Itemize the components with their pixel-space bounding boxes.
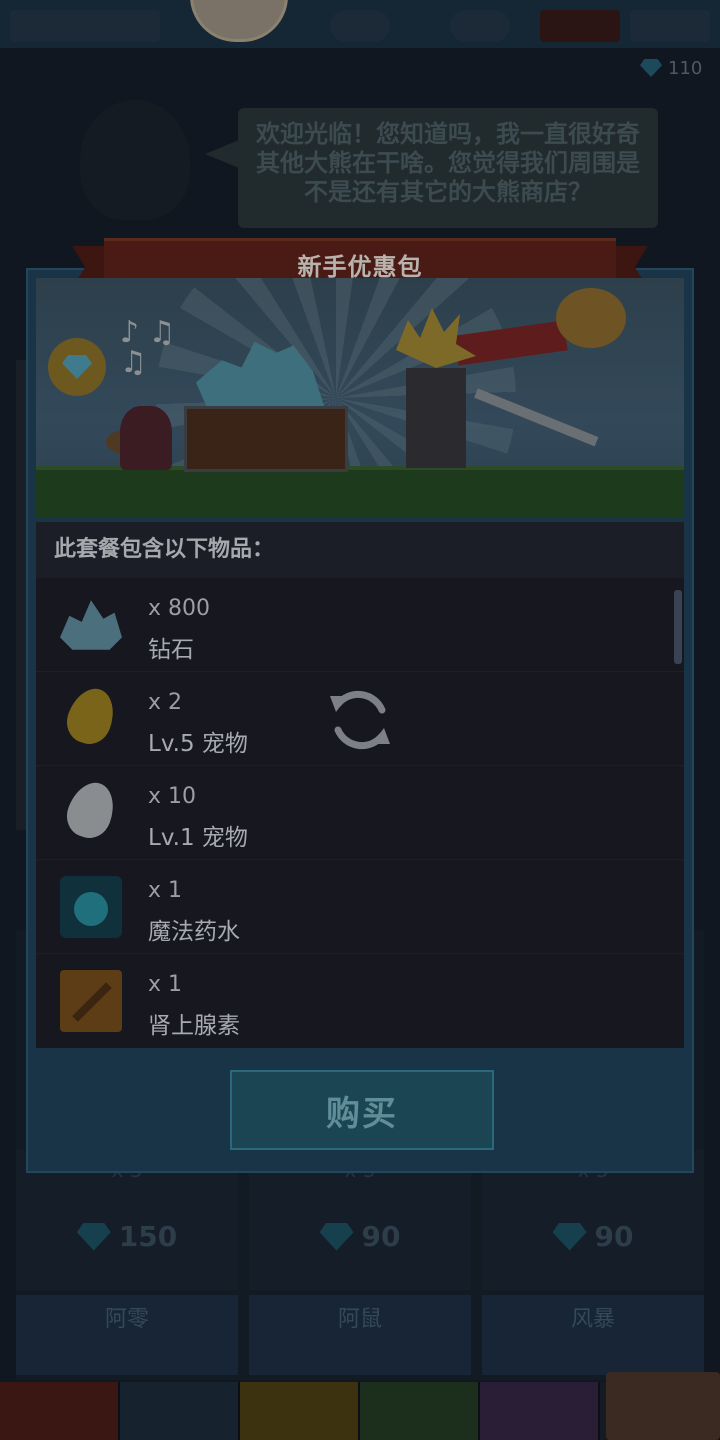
tab-shield[interactable] xyxy=(360,1382,480,1440)
list-header: 此套餐包含以下物品： xyxy=(36,522,684,578)
top-red-button[interactable] xyxy=(540,10,620,42)
treasure-chest-icon xyxy=(184,406,348,472)
buy-button[interactable]: 购买 xyxy=(230,1070,494,1150)
card-name: 阿零 xyxy=(16,1295,238,1375)
item-name: Lv.5 宠物 xyxy=(148,731,248,757)
item-name: Lv.1 宠物 xyxy=(148,825,248,851)
refresh-icon xyxy=(330,690,390,750)
diamond-icon xyxy=(60,600,122,650)
tab-gems[interactable] xyxy=(480,1382,600,1440)
top-mid-button-2[interactable] xyxy=(450,10,510,42)
buy-button-label: 购买 xyxy=(326,1093,398,1134)
gem-balance: 110 xyxy=(640,55,710,81)
list-scrollbar[interactable] xyxy=(674,590,682,664)
pack-banner-image: ♪ ♫ ♫ xyxy=(36,278,684,518)
top-mid-button[interactable] xyxy=(330,10,390,42)
item-name: 魔法药水 xyxy=(148,919,240,945)
white-egg-icon xyxy=(60,776,122,844)
item-qty: x 10 xyxy=(148,784,197,809)
hero-character xyxy=(396,308,486,468)
npc-speech-bubble: 欢迎光临！您知道吗，我一直很好奇其他大熊在干啥。您觉得我们周围是不是还有其它的大… xyxy=(238,108,658,228)
sword-icon xyxy=(60,970,122,1032)
card-price: 90 xyxy=(482,1220,704,1253)
card-price-value: 90 xyxy=(361,1220,401,1253)
list-item: x 1 肾上腺素 xyxy=(36,954,684,1047)
gem-balance-value: 110 xyxy=(668,57,703,79)
golden-egg-icon xyxy=(60,682,122,750)
card-price-value: 150 xyxy=(118,1220,178,1253)
shopkeeper-bear xyxy=(80,100,190,220)
list-item: x 800 钻石 xyxy=(36,578,684,672)
top-left-button[interactable] xyxy=(10,10,160,42)
item-qty: x 1 xyxy=(148,972,183,997)
hero-body xyxy=(406,368,466,468)
gem-icon xyxy=(62,355,92,379)
card-name: 风暴 xyxy=(482,1295,704,1375)
top-right-button[interactable] xyxy=(630,10,710,42)
gem-icon xyxy=(640,59,662,77)
card-price: 90 xyxy=(249,1220,471,1253)
card-price-value: 90 xyxy=(594,1220,634,1253)
tab-armor[interactable] xyxy=(240,1382,360,1440)
potion-icon xyxy=(60,876,122,938)
tab-pets[interactable] xyxy=(120,1382,240,1440)
item-qty: x 2 xyxy=(148,690,183,715)
speech-bubble-tail xyxy=(205,140,239,168)
item-name: 钻石 xyxy=(148,637,194,663)
hero-hair xyxy=(396,308,476,368)
chest-icon[interactable] xyxy=(606,1372,720,1440)
ground xyxy=(36,470,684,518)
item-name: 肾上腺素 xyxy=(148,1013,240,1039)
item-qty: x 800 xyxy=(148,596,211,621)
owl-pet-icon xyxy=(556,288,626,348)
gem-icon xyxy=(552,1222,587,1251)
card-price: 150 xyxy=(16,1220,238,1253)
item-qty: x 1 xyxy=(148,878,183,903)
monster-character xyxy=(120,406,172,470)
tab-weapons[interactable] xyxy=(0,1382,120,1440)
list-item: x 1 魔法药水 xyxy=(36,860,684,954)
gem-icon xyxy=(319,1222,354,1251)
list-item: x 10 Lv.1 宠物 xyxy=(36,766,684,860)
music-notes-icon: ♪ ♫ ♫ xyxy=(120,315,176,380)
pack-contents-list[interactable]: 此套餐包含以下物品： x 800 钻石 x 2 Lv.5 宠物 x 10 Lv.… xyxy=(36,522,684,1048)
gem-bubble-icon xyxy=(48,338,106,396)
gem-icon xyxy=(76,1222,111,1251)
popup-title: 新手优惠包 xyxy=(297,252,423,281)
card-name: 阿鼠 xyxy=(249,1295,471,1375)
